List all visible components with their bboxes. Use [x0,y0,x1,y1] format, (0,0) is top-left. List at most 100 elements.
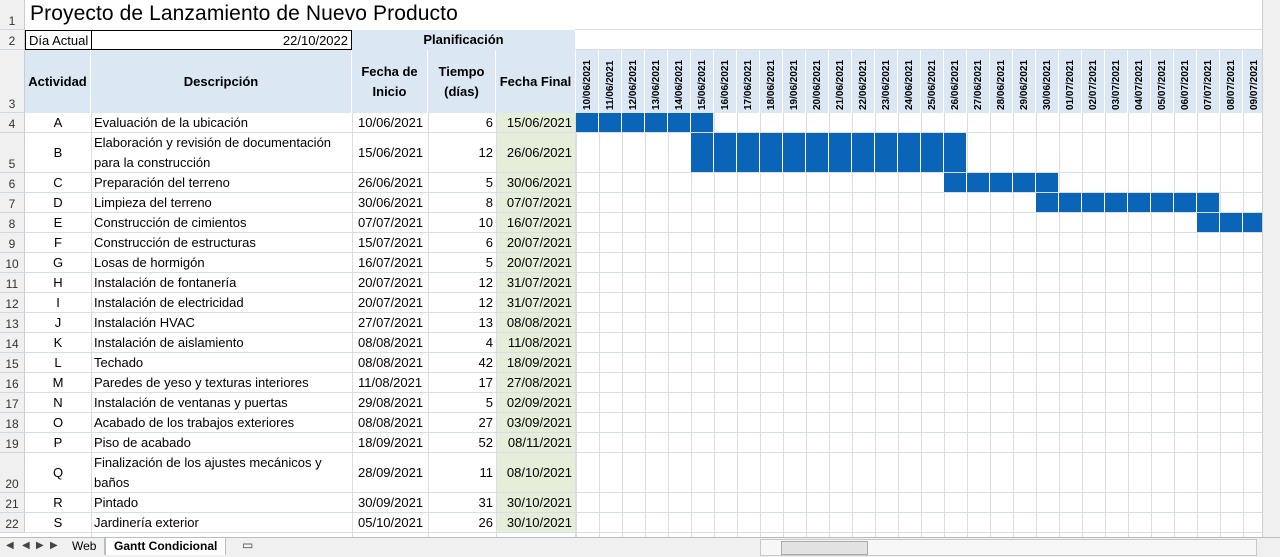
task-end[interactable]: 18/09/2021 [496,353,575,373]
task-description[interactable]: Instalación HVAC [91,313,352,333]
gantt-bar-cell[interactable] [944,173,967,192]
task-start[interactable]: 08/08/2021 [352,333,428,353]
task-id[interactable]: P [25,433,91,453]
task-days[interactable]: 26 [428,513,496,533]
task-days[interactable]: 8 [428,193,496,213]
scroll-thumb[interactable] [781,541,868,555]
row-number[interactable]: 21 [0,493,25,513]
tab-gantt-condicional[interactable]: Gantt Condicional [105,538,227,555]
task-description[interactable]: Evaluación de la ubicación [91,113,352,133]
task-days[interactable]: 11 [428,453,496,493]
task-end[interactable]: 08/10/2021 [496,453,575,493]
gantt-bar-cell[interactable] [944,133,967,172]
task-start[interactable]: 11/08/2021 [352,373,428,393]
row-number[interactable]: 22 [0,513,25,533]
gantt-bar-cell[interactable] [1013,173,1036,192]
gantt-bar-cell[interactable] [1082,193,1105,212]
task-days[interactable]: 17 [428,373,496,393]
task-start[interactable]: 28/09/2021 [352,453,428,493]
row-number[interactable]: 2 [0,30,25,50]
task-description[interactable]: Paredes de yeso y texturas interiores [91,373,352,393]
gantt-bar-cell[interactable] [668,113,691,132]
task-end[interactable]: 08/11/2021 [496,433,575,453]
dia-actual-label[interactable]: Día Actual [25,30,91,50]
task-id[interactable]: E [25,213,91,233]
task-start[interactable]: 16/07/2021 [352,253,428,273]
row-number[interactable]: 14 [0,333,25,353]
next-sheet-icon[interactable]: ▶ [36,540,44,551]
task-end[interactable]: 20/07/2021 [496,233,575,253]
task-days[interactable]: 5 [428,173,496,193]
task-end[interactable]: 27/08/2021 [496,373,575,393]
row-number[interactable]: 1 [0,0,25,30]
row-number[interactable]: 15 [0,353,25,373]
task-end[interactable]: 20/07/2021 [496,253,575,273]
task-description[interactable]: Instalación de aislamiento [91,333,352,353]
task-start[interactable]: 30/09/2021 [352,493,428,513]
gantt-bar-cell[interactable] [691,133,714,172]
row-number[interactable]: 12 [0,293,25,313]
gantt-bar-cell[interactable] [783,133,806,172]
task-start[interactable]: 08/08/2021 [352,413,428,433]
task-id[interactable]: G [25,253,91,273]
row-number[interactable]: 3 [0,50,25,113]
gantt-bar-cell[interactable] [599,113,622,132]
task-end[interactable]: 31/07/2021 [496,293,575,313]
task-days[interactable]: 52 [428,433,496,453]
row-number[interactable]: 8 [0,213,25,233]
gantt-bar-cell[interactable] [576,113,599,132]
gantt-bar-cell[interactable] [1174,193,1197,212]
row-number[interactable]: 18 [0,413,25,433]
task-description[interactable]: Preparación del terreno [91,173,352,193]
task-description[interactable]: Pintado [91,493,352,513]
task-description[interactable]: Piso de acabado [91,433,352,453]
task-start[interactable]: 27/07/2021 [352,313,428,333]
row-number[interactable]: 6 [0,173,25,193]
last-sheet-icon[interactable]: ▶ [50,540,58,551]
row-number[interactable]: 13 [0,313,25,333]
task-id[interactable]: S [25,513,91,533]
task-days[interactable]: 27 [428,413,496,433]
task-end[interactable]: 30/06/2021 [496,173,575,193]
task-description[interactable]: Jardinería exterior [91,513,352,533]
row-number[interactable]: 10 [0,253,25,273]
task-days[interactable]: 12 [428,293,496,313]
row-number[interactable]: 11 [0,273,25,293]
task-end[interactable]: 30/10/2021 [496,513,575,533]
gantt-bar-cell[interactable] [1036,173,1059,192]
task-start[interactable]: 26/06/2021 [352,173,428,193]
gantt-bar-cell[interactable] [852,133,875,172]
task-days[interactable]: 31 [428,493,496,513]
gantt-bar-cell[interactable] [806,133,829,172]
task-end[interactable]: 31/07/2021 [496,273,575,293]
task-days[interactable]: 6 [428,233,496,253]
tab-web[interactable]: Web [64,538,106,555]
gantt-bar-cell[interactable] [1220,213,1243,232]
task-days[interactable]: 4 [428,333,496,353]
gantt-bar-cell[interactable] [1105,193,1128,212]
gantt-bar-cell[interactable] [1197,193,1220,212]
row-number[interactable]: 17 [0,393,25,413]
task-id[interactable]: F [25,233,91,253]
task-id[interactable]: L [25,353,91,373]
dia-actual-value[interactable]: 22/10/2022 [91,30,352,50]
task-end[interactable]: 07/07/2021 [496,193,575,213]
gantt-bar-cell[interactable] [714,133,737,172]
task-id[interactable]: O [25,413,91,433]
gantt-bar-cell[interactable] [829,133,852,172]
task-days[interactable]: 6 [428,113,496,133]
task-description[interactable]: Acabado de los trabajos exteriores [91,413,352,433]
task-id[interactable]: D [25,193,91,213]
gantt-bar-cell[interactable] [760,133,783,172]
task-start[interactable]: 30/06/2021 [352,193,428,213]
task-id[interactable]: C [25,173,91,193]
row-number[interactable]: 5 [0,133,25,173]
task-days[interactable]: 12 [428,273,496,293]
task-id[interactable]: A [25,113,91,133]
gantt-bar-cell[interactable] [1036,193,1059,212]
horizontal-scrollbar[interactable] [760,539,1257,556]
task-description[interactable]: Limpieza del terreno [91,193,352,213]
gantt-bar-cell[interactable] [921,133,944,172]
task-days[interactable]: 5 [428,393,496,413]
gantt-bar-cell[interactable] [1151,193,1174,212]
